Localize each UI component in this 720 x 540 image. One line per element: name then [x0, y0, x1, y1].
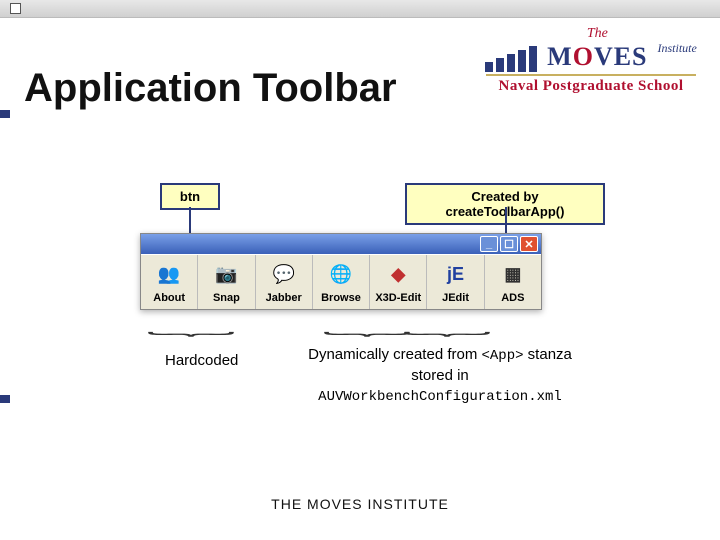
dyn-pre: Dynamically created from [308, 346, 481, 363]
toolbar-button-jabber[interactable]: 💬 Jabber [256, 255, 313, 309]
slide-top-bar [0, 0, 720, 18]
hardcoded-label: Hardcoded [165, 352, 238, 369]
window-close-button[interactable]: ✕ [520, 236, 538, 252]
jabber-icon: 💬 [270, 261, 298, 289]
logo-nps: Naval Postgraduate School [486, 78, 696, 95]
logo-bars-icon [485, 44, 537, 72]
snap-icon: 📷 [212, 261, 240, 289]
window-titlebar: _ ☐ ✕ [141, 234, 541, 254]
toolbar-button-label: X3D-Edit [375, 292, 421, 304]
moves-logo: The MOVES Institute Naval Postgraduate S… [486, 24, 696, 95]
toolbar-button-jedit[interactable]: jE JEdit [427, 255, 484, 309]
corner-square-icon [10, 3, 21, 14]
side-tick-icon [0, 395, 10, 403]
toolbar-button-about[interactable]: 👥 About [141, 255, 198, 309]
annotation-btn: btn [160, 183, 220, 210]
toolbar-body: 👥 About 📷 Snap 💬 Jabber 🌐 Browse ◆ X3D-Edit jE JEdi… [141, 254, 541, 309]
about-icon: 👥 [155, 261, 183, 289]
brace-icon: ︸ [146, 327, 226, 353]
connector-line [505, 207, 507, 235]
logo-o: O [573, 42, 594, 71]
jedit-icon: jE [442, 261, 470, 289]
toolbar-button-label: JEdit [442, 292, 469, 304]
logo-m: M [547, 42, 573, 71]
toolbar-button-label: Snap [213, 292, 240, 304]
toolbar-button-label: Jabber [266, 292, 302, 304]
side-tick-icon [0, 110, 10, 118]
browse-icon: 🌐 [327, 261, 355, 289]
dyn-file-code: AUVWorkbenchConfiguration.xml [318, 389, 562, 405]
dynamic-label: Dynamically created from <App> stanza st… [290, 345, 590, 407]
window-maximize-button[interactable]: ☐ [500, 236, 518, 252]
ads-icon: ▦ [499, 261, 527, 289]
dyn-app-code: <App> [482, 348, 524, 364]
logo-ves: VES [594, 42, 648, 71]
logo-the: The [587, 26, 608, 41]
logo-divider [486, 74, 696, 76]
logo-institute: Institute [658, 41, 697, 56]
toolbar-window: _ ☐ ✕ 👥 About 📷 Snap 💬 Jabber 🌐 Browse ◆ X3D-Edit… [140, 233, 542, 310]
window-minimize-button[interactable]: _ [480, 236, 498, 252]
toolbar-button-snap[interactable]: 📷 Snap [198, 255, 255, 309]
toolbar-button-x3d-edit[interactable]: ◆ X3D-Edit [370, 255, 427, 309]
toolbar-button-browse[interactable]: 🌐 Browse [313, 255, 370, 309]
x3d-edit-icon: ◆ [384, 261, 412, 289]
toolbar-button-label: About [153, 292, 185, 304]
footer: THE MOVES INSTITUTE [0, 496, 720, 512]
toolbar-button-label: ADS [501, 292, 524, 304]
toolbar-button-ads[interactable]: ▦ ADS [485, 255, 541, 309]
page-title: Application Toolbar [24, 66, 397, 111]
toolbar-button-label: Browse [321, 292, 361, 304]
